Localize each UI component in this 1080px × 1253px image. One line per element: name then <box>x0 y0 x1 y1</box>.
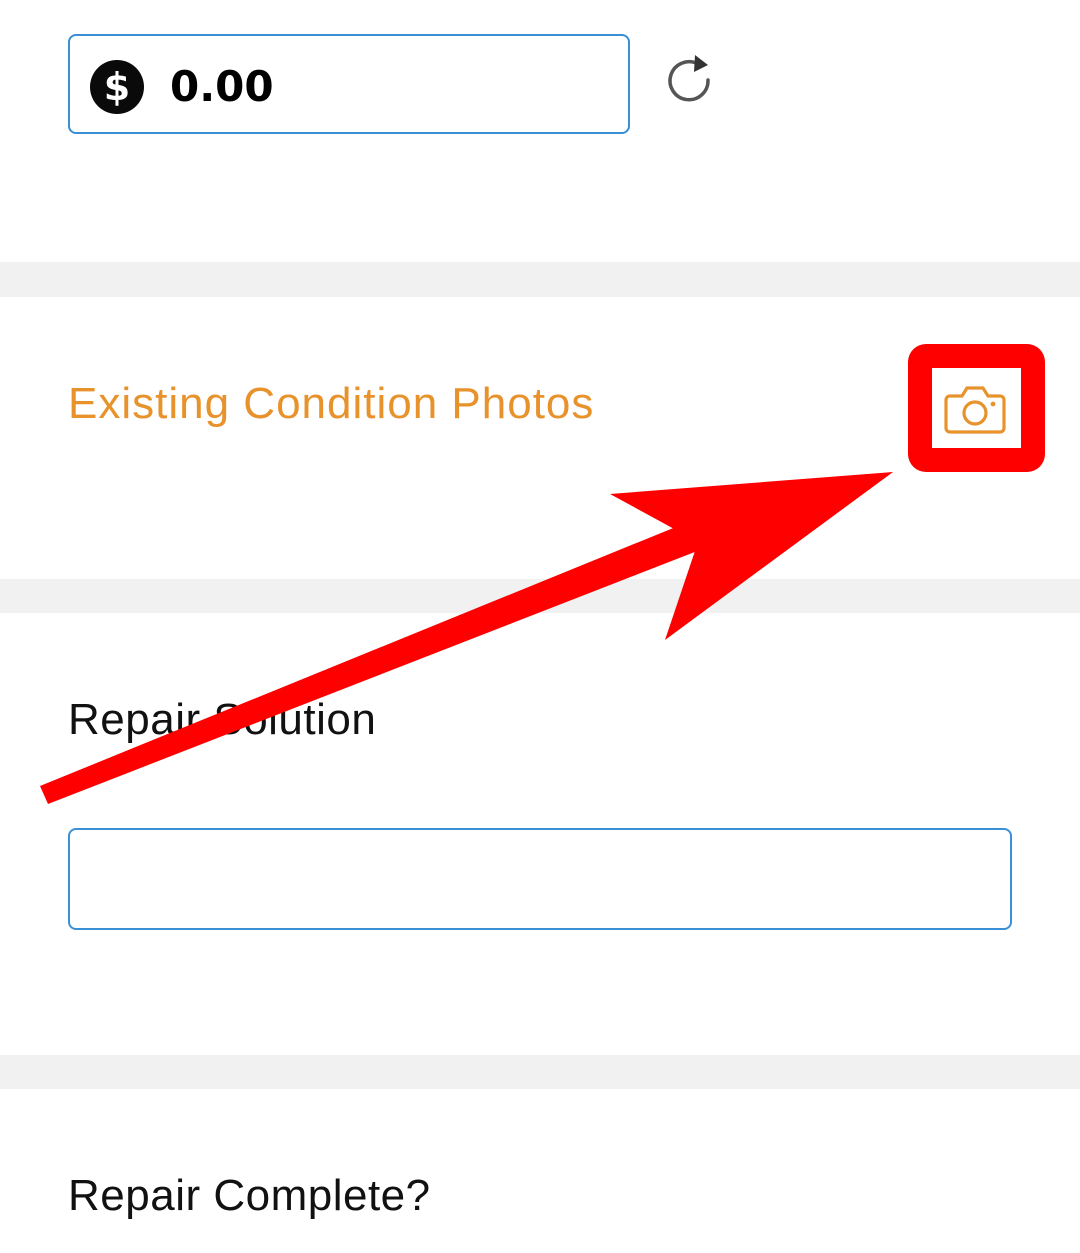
amount-input[interactable]: $ 0.00 <box>68 34 630 134</box>
section-divider <box>0 579 1080 613</box>
camera-highlight-box <box>908 344 1045 472</box>
cost-section: $ 0.00 <box>0 0 1080 262</box>
refresh-icon[interactable] <box>662 52 718 108</box>
repair-solution-label: Repair Solution <box>68 695 377 744</box>
form-page: $ 0.00 Existing Condition Photos Repair … <box>0 0 1080 1253</box>
dollar-circle-icon: $ <box>90 60 144 114</box>
section-divider <box>0 1055 1080 1089</box>
repair-solution-input[interactable] <box>68 828 1012 930</box>
repair-complete-label: Repair Complete? <box>68 1171 431 1220</box>
camera-icon[interactable] <box>940 378 1010 440</box>
amount-value: 0.00 <box>170 62 274 111</box>
section-divider <box>0 262 1080 297</box>
photos-title: Existing Condition Photos <box>68 379 595 428</box>
